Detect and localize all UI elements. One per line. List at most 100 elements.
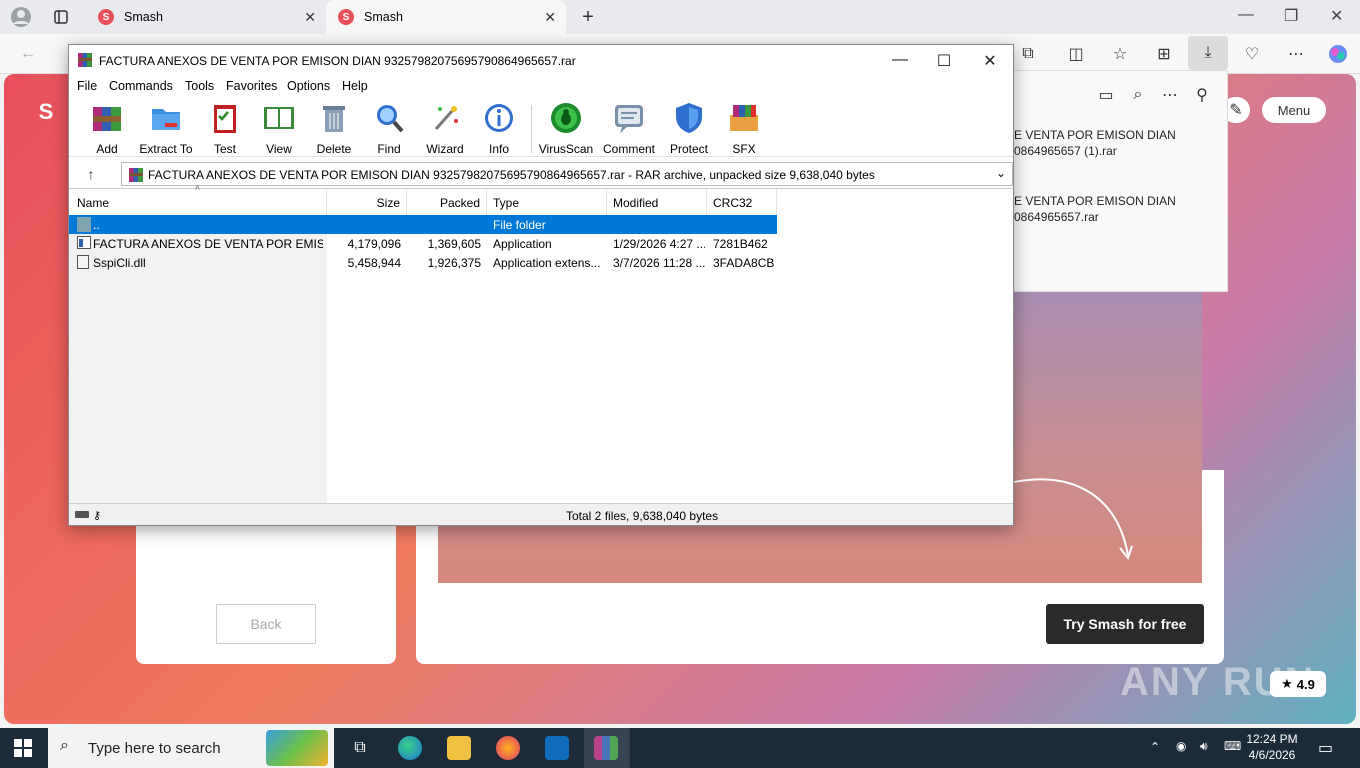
up-arrow-icon[interactable]: ↑ (81, 164, 101, 184)
view-button[interactable]: View (249, 101, 309, 157)
download-name-line2: 0864965657 (1).rar (1014, 144, 1117, 158)
back-button[interactable]: Back (216, 604, 316, 644)
menu-options[interactable]: Options (287, 79, 330, 93)
application-file-icon (77, 236, 91, 249)
task-view-icon[interactable]: ⧉ (348, 736, 372, 760)
info-button[interactable]: Info (469, 101, 529, 157)
new-tab-button[interactable]: + (576, 4, 600, 30)
find-label: Find (377, 142, 401, 156)
toolbar-separator (531, 105, 532, 153)
pin-icon[interactable]: ⚲ (1192, 85, 1212, 105)
windows-taskbar: ⌕ Type here to search ⧉ ⌃ ◉ 🔊︎ ⌨ 12:24 P… (0, 728, 1360, 768)
column-crc32[interactable]: CRC32 (707, 189, 777, 217)
virusscan-button[interactable]: VirusScan (536, 101, 596, 157)
network-icon[interactable]: ◉ (1176, 739, 1186, 753)
restore-icon[interactable]: ❐ (1284, 6, 1298, 26)
extensions-icon[interactable]: ⧉ (1016, 42, 1040, 66)
firefox-icon[interactable] (496, 736, 520, 760)
edge-icon[interactable] (398, 736, 422, 760)
virus-scan-icon (551, 103, 581, 133)
clock[interactable]: 12:24 PM 4/6/2026 (1244, 732, 1300, 762)
back-arrow-icon[interactable]: ← (16, 42, 40, 66)
download-name-line1: E VENTA POR EMISON DIAN (1014, 194, 1176, 208)
smash-logo-icon: S (38, 99, 54, 124)
winrar-toolbar: Add Extract To Test View Delete Find Wiz… (69, 97, 1013, 157)
ime-icon[interactable]: ⌨ (1224, 739, 1241, 753)
test-button[interactable]: Test (195, 101, 255, 157)
downloads-more-icon[interactable]: ⋯ (1160, 85, 1180, 105)
find-button[interactable]: Find (359, 101, 419, 157)
row-modified: 1/29/2026 4:27 ... (613, 237, 705, 251)
comment-icon (615, 105, 643, 133)
sfx-button[interactable]: SFX (714, 101, 774, 157)
close-tab-icon[interactable]: ✕ (544, 9, 556, 26)
winrar-title: FACTURA ANEXOS DE VENTA POR EMISON DIAN … (99, 54, 576, 68)
page-menu-button[interactable]: Menu (1262, 97, 1326, 123)
protect-button[interactable]: Protect (659, 101, 719, 157)
column-packed[interactable]: Packed (407, 189, 487, 217)
tab-smash-1[interactable]: S Smash ✕ (86, 0, 326, 34)
table-row[interactable]: FACTURA ANEXOS DE VENTA POR EMISO... 4,1… (69, 234, 777, 253)
status-text: Total 2 files, 9,638,040 bytes (566, 509, 719, 523)
collections-icon[interactable]: ⊞ (1152, 42, 1176, 66)
delete-label: Delete (316, 142, 352, 156)
windows-start-icon[interactable] (12, 738, 34, 758)
tray-chevron-icon[interactable]: ⌃ (1150, 740, 1160, 754)
close-tab-icon[interactable]: ✕ (304, 9, 316, 26)
comment-button[interactable]: Comment (599, 101, 659, 157)
wizard-button[interactable]: Wizard (415, 101, 475, 157)
download-item[interactable]: E VENTA POR EMISON DIAN 0864965657 (1).r… (1014, 127, 1176, 159)
clock-date: 4/6/2026 (1248, 748, 1296, 762)
minimize-icon[interactable]: — (1238, 6, 1254, 24)
downloads-icon[interactable]: ⤓ (1188, 36, 1228, 70)
tab-actions-icon[interactable] (50, 5, 72, 29)
taskbar-search[interactable]: ⌕ Type here to search (48, 728, 334, 768)
archive-path-text: FACTURA ANEXOS DE VENTA POR EMISON DIAN … (148, 168, 875, 182)
row-type: Application (493, 237, 552, 251)
column-size-label: Size (376, 196, 400, 210)
profile-icon[interactable] (8, 5, 34, 29)
menu-file[interactable]: File (77, 79, 97, 93)
favorites-icon[interactable]: ☆ (1108, 42, 1132, 66)
split-screen-icon[interactable]: ◫ (1064, 42, 1088, 66)
sfx-label: SFX (732, 142, 756, 156)
browser-essentials-icon[interactable]: ♡ (1240, 42, 1264, 66)
try-smash-button[interactable]: Try Smash for free (1046, 604, 1204, 644)
view-label: View (266, 142, 292, 156)
file-explorer-icon[interactable] (447, 736, 471, 760)
menu-tools[interactable]: Tools (185, 79, 214, 93)
close-window-icon[interactable]: ✕ (1330, 6, 1343, 26)
tab-smash-2[interactable]: S Smash ✕ (326, 0, 566, 34)
chevron-down-icon[interactable]: ⌄ (996, 166, 1006, 180)
download-item[interactable]: E VENTA POR EMISON DIAN 0864965657.rar (1014, 193, 1176, 225)
menu-favorites[interactable]: Favorites (226, 79, 277, 93)
add-button[interactable]: Add (77, 101, 137, 157)
winrar-archive-icon (129, 168, 143, 182)
delete-button[interactable]: Delete (304, 101, 364, 157)
copilot-icon[interactable] (1326, 42, 1350, 66)
open-folder-icon[interactable]: ▭ (1096, 85, 1116, 105)
archive-path-combo[interactable]: FACTURA ANEXOS DE VENTA POR EMISON DIAN … (121, 162, 1013, 186)
column-crc32-label: CRC32 (713, 196, 753, 210)
menu-commands[interactable]: Commands (109, 79, 173, 93)
rating-value: 4.9 (1296, 676, 1315, 692)
column-modified[interactable]: Modified (607, 189, 707, 217)
extract-to-button[interactable]: Extract To (136, 101, 196, 157)
notifications-icon[interactable]: ▭ (1318, 738, 1333, 758)
menu-help[interactable]: Help (342, 79, 368, 93)
close-icon[interactable]: ✕ (975, 51, 1005, 71)
minimize-icon[interactable]: — (885, 51, 915, 69)
maximize-icon[interactable]: ☐ (929, 51, 959, 71)
search-downloads-icon[interactable]: ⌕ (1128, 85, 1148, 105)
column-size[interactable]: Size (327, 189, 407, 217)
column-type[interactable]: Type (487, 189, 607, 217)
table-row[interactable]: SspiCli.dll 5,458,944 1,926,375 Applicat… (69, 253, 777, 272)
column-name[interactable]: Name ^ (69, 185, 327, 217)
add-label: Add (96, 142, 118, 156)
shield-icon (676, 103, 702, 133)
row-name: FACTURA ANEXOS DE VENTA POR EMISO... (93, 237, 323, 251)
more-menu-icon[interactable]: ⋯ (1284, 42, 1308, 66)
table-row[interactable]: .. File folder (69, 215, 777, 234)
volume-icon[interactable]: 🔊︎ (1200, 739, 1208, 754)
outlook-icon[interactable] (545, 736, 569, 760)
